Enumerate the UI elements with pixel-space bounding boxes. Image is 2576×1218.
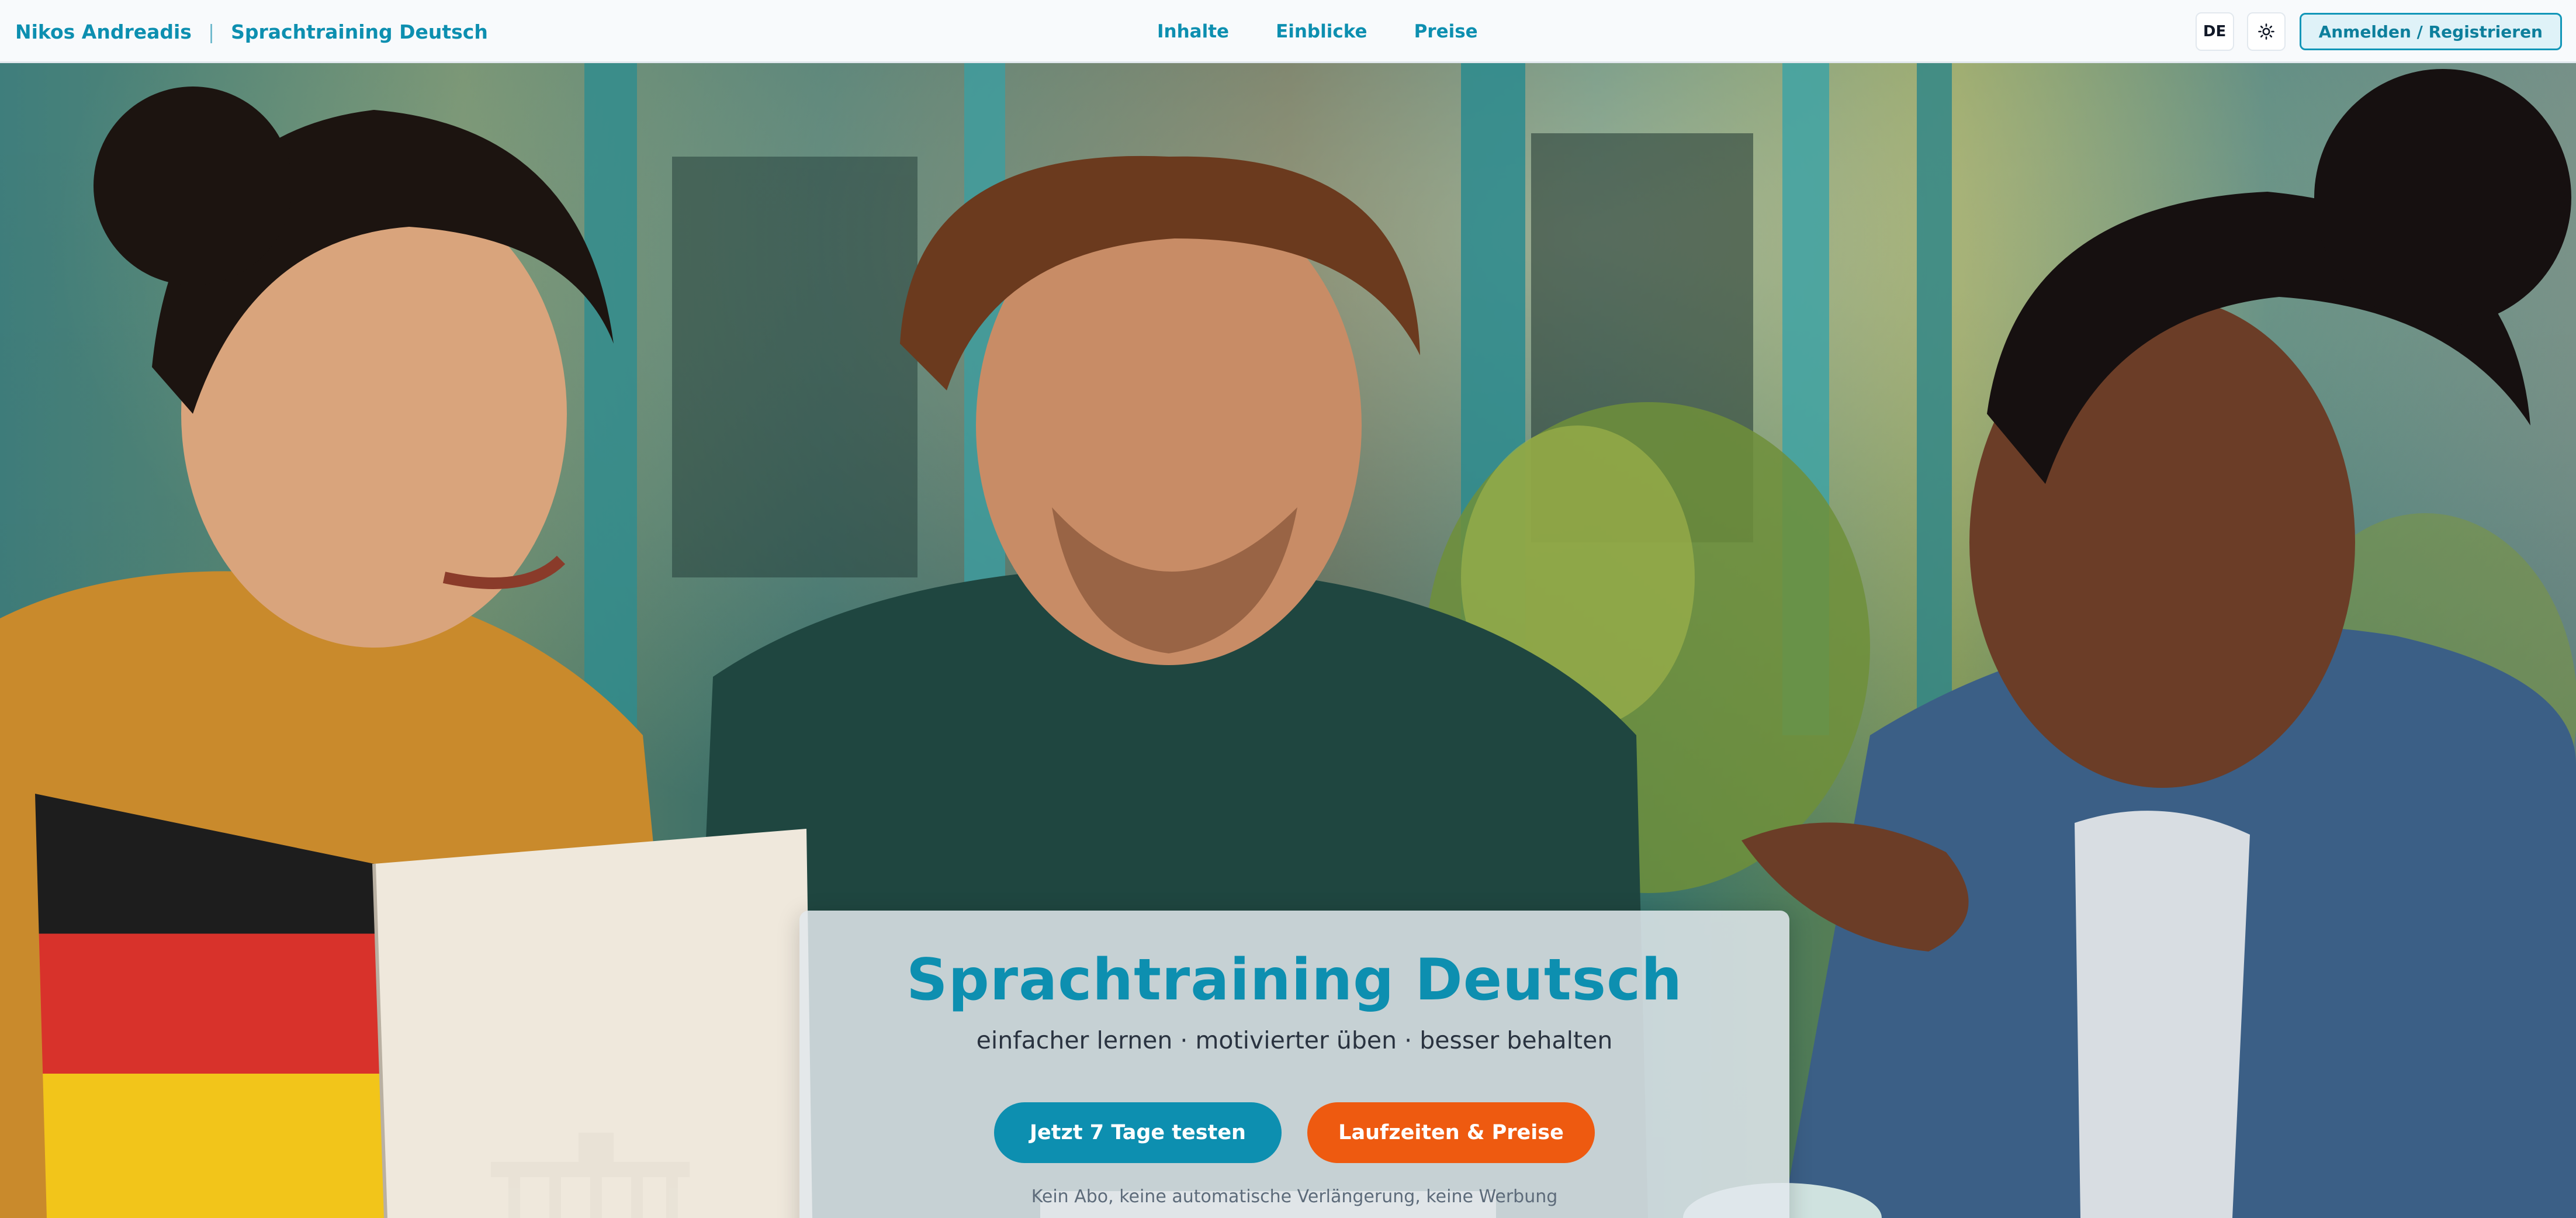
top-navigation-bar: Nikos Andreadis | Sprachtraining Deutsch… <box>0 0 2576 63</box>
sun-icon <box>2258 23 2274 40</box>
hero-subtitle: einfacher lernen · motivierter üben · be… <box>976 1026 1613 1054</box>
nav-link-preise[interactable]: Preise <box>1414 21 1478 42</box>
brand-separator: | <box>207 20 215 43</box>
hero-card: Sprachtraining Deutsch einfacher lernen … <box>799 911 1789 1218</box>
hero-note: Kein Abo, keine automatische Verlängerun… <box>1031 1186 1558 1207</box>
theme-toggle-button[interactable] <box>2246 12 2286 51</box>
language-switch-button[interactable]: DE <box>2195 12 2234 51</box>
hero-section: Sprachtraining Deutsch einfacher lernen … <box>0 63 2576 1218</box>
login-register-button[interactable]: Anmelden / Registrieren <box>2299 13 2562 50</box>
nav-link-inhalte[interactable]: Inhalte <box>1157 21 1229 42</box>
hero-title: Sprachtraining Deutsch <box>906 947 1682 1013</box>
header-tools: DE Anmelden / Registrieren <box>2195 0 2562 63</box>
main-nav: Inhalte Einblicke Preise <box>1157 0 1478 63</box>
brand-product: Sprachtraining Deutsch <box>231 20 488 43</box>
brand-link[interactable]: Nikos Andreadis | Sprachtraining Deutsch <box>15 0 488 63</box>
brand-name: Nikos Andreadis <box>15 20 192 43</box>
pricing-button[interactable]: Laufzeiten & Preise <box>1307 1102 1595 1163</box>
nav-link-einblicke[interactable]: Einblicke <box>1276 21 1367 42</box>
trial-button[interactable]: Jetzt 7 Tage testen <box>994 1102 1282 1163</box>
cta-row: Jetzt 7 Tage testen Laufzeiten & Preise <box>799 1102 1789 1163</box>
